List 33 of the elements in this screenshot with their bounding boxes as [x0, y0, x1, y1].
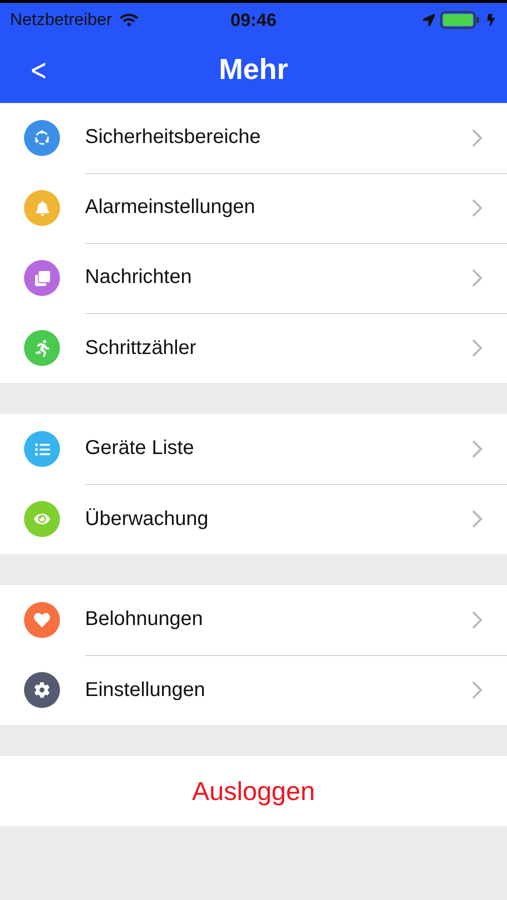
menu-item[interactable]: Nachrichten [0, 243, 507, 313]
menu-item[interactable]: Geräte Liste [0, 414, 507, 484]
menu-label: Alarmeinstellungen [85, 196, 256, 219]
logout-button[interactable]: Ausloggen [0, 756, 507, 826]
menu-item[interactable]: Überwachung [0, 484, 507, 554]
menu-label: Schrittzähler [85, 336, 198, 360]
chevron-icon [471, 438, 483, 458]
charging-icon [485, 14, 497, 26]
menu-item[interactable]: Alarmeinstellungen [0, 173, 507, 243]
location-icon [423, 14, 435, 26]
chevron-icon [471, 128, 483, 148]
menu-label: Nachrichten [85, 266, 193, 289]
chevron-icon [471, 268, 483, 288]
back-button[interactable]: < [26, 52, 50, 88]
carrier-name: Netzbetreiber [10, 10, 112, 30]
chevron-icon [471, 509, 483, 529]
menu-label: Geräte Liste [85, 437, 195, 460]
clock-time: 09:46 [230, 10, 277, 30]
menu-label: Belohnungen [85, 608, 204, 631]
chevron-icon [471, 680, 483, 700]
menu-label: Einstellungen [85, 678, 206, 702]
chevron-icon [471, 610, 483, 630]
menu-label: Überwachung [85, 508, 210, 530]
menu-item[interactable]: Schrittzähler [0, 313, 507, 383]
chevron-icon [471, 198, 483, 218]
menu-item[interactable]: Einstellungen [0, 655, 507, 725]
screen-title: Mehr [218, 54, 288, 86]
menu-item[interactable]: Belohnungen [0, 585, 507, 655]
wifi-icon [120, 11, 138, 29]
chevron-icon [471, 338, 483, 358]
menu-item[interactable]: Sicherheitsbereiche [0, 103, 507, 173]
menu-label: Sicherheitsbereiche [85, 126, 262, 149]
battery-icon [440, 11, 480, 29]
